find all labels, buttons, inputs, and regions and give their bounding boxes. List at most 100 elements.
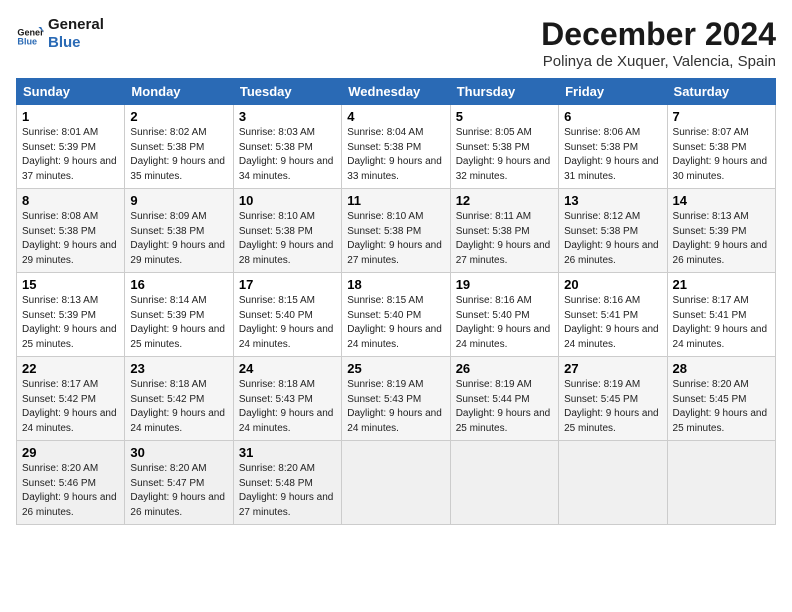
calendar-week-row: 15 Sunrise: 8:13 AM Sunset: 5:39 PM Dayl… <box>17 273 776 357</box>
day-info: Sunrise: 8:15 AM Sunset: 5:40 PM Dayligh… <box>347 294 444 352</box>
calendar-week-row: 1 Sunrise: 8:01 AM Sunset: 5:39 PM Dayli… <box>17 105 776 189</box>
calendar-day-cell: 26 Sunrise: 8:19 AM Sunset: 5:44 PM Dayl… <box>450 357 558 441</box>
weekday-header: Thursday <box>450 79 558 105</box>
day-info: Sunrise: 8:09 AM Sunset: 5:38 PM Dayligh… <box>130 210 227 268</box>
day-info: Sunrise: 8:04 AM Sunset: 5:38 PM Dayligh… <box>347 126 444 184</box>
day-number: 28 <box>673 361 770 376</box>
weekday-header: Sunday <box>17 79 125 105</box>
day-info: Sunrise: 8:10 AM Sunset: 5:38 PM Dayligh… <box>239 210 336 268</box>
day-number: 8 <box>22 193 119 208</box>
calendar-day-cell: 20 Sunrise: 8:16 AM Sunset: 5:41 PM Dayl… <box>559 273 667 357</box>
day-number: 20 <box>564 277 661 292</box>
logo-line1: General <box>48 16 104 34</box>
title-block: December 2024 Polinya de Xuquer, Valenci… <box>541 16 776 70</box>
day-info: Sunrise: 8:10 AM Sunset: 5:38 PM Dayligh… <box>347 210 444 268</box>
day-info: Sunrise: 8:20 AM Sunset: 5:45 PM Dayligh… <box>673 378 770 436</box>
day-info: Sunrise: 8:17 AM Sunset: 5:41 PM Dayligh… <box>673 294 770 352</box>
day-info: Sunrise: 8:18 AM Sunset: 5:43 PM Dayligh… <box>239 378 336 436</box>
calendar-day-cell: 29 Sunrise: 8:20 AM Sunset: 5:46 PM Dayl… <box>17 441 125 525</box>
weekday-header: Tuesday <box>233 79 341 105</box>
month-title: December 2024 <box>541 16 776 53</box>
calendar-day-cell: 5 Sunrise: 8:05 AM Sunset: 5:38 PM Dayli… <box>450 105 558 189</box>
day-info: Sunrise: 8:07 AM Sunset: 5:38 PM Dayligh… <box>673 126 770 184</box>
calendar-header-row: SundayMondayTuesdayWednesdayThursdayFrid… <box>17 79 776 105</box>
calendar-day-cell: 14 Sunrise: 8:13 AM Sunset: 5:39 PM Dayl… <box>667 189 775 273</box>
day-info: Sunrise: 8:20 AM Sunset: 5:47 PM Dayligh… <box>130 462 227 520</box>
day-number: 24 <box>239 361 336 376</box>
day-number: 5 <box>456 109 553 124</box>
day-number: 12 <box>456 193 553 208</box>
day-number: 26 <box>456 361 553 376</box>
day-info: Sunrise: 8:11 AM Sunset: 5:38 PM Dayligh… <box>456 210 553 268</box>
calendar-day-cell: 8 Sunrise: 8:08 AM Sunset: 5:38 PM Dayli… <box>17 189 125 273</box>
calendar-day-cell: 31 Sunrise: 8:20 AM Sunset: 5:48 PM Dayl… <box>233 441 341 525</box>
day-info: Sunrise: 8:20 AM Sunset: 5:46 PM Dayligh… <box>22 462 119 520</box>
calendar-day-cell <box>450 441 558 525</box>
calendar-week-row: 22 Sunrise: 8:17 AM Sunset: 5:42 PM Dayl… <box>17 357 776 441</box>
location-title: Polinya de Xuquer, Valencia, Spain <box>541 53 776 70</box>
logo: General Blue General Blue <box>16 16 104 52</box>
calendar-day-cell: 9 Sunrise: 8:09 AM Sunset: 5:38 PM Dayli… <box>125 189 233 273</box>
day-number: 14 <box>673 193 770 208</box>
day-info: Sunrise: 8:15 AM Sunset: 5:40 PM Dayligh… <box>239 294 336 352</box>
day-info: Sunrise: 8:13 AM Sunset: 5:39 PM Dayligh… <box>22 294 119 352</box>
day-number: 16 <box>130 277 227 292</box>
logo-icon: General Blue <box>16 20 44 48</box>
day-info: Sunrise: 8:16 AM Sunset: 5:41 PM Dayligh… <box>564 294 661 352</box>
day-info: Sunrise: 8:14 AM Sunset: 5:39 PM Dayligh… <box>130 294 227 352</box>
day-number: 21 <box>673 277 770 292</box>
day-number: 3 <box>239 109 336 124</box>
calendar-day-cell: 27 Sunrise: 8:19 AM Sunset: 5:45 PM Dayl… <box>559 357 667 441</box>
svg-text:Blue: Blue <box>17 37 37 47</box>
calendar-day-cell: 18 Sunrise: 8:15 AM Sunset: 5:40 PM Dayl… <box>342 273 450 357</box>
calendar-day-cell: 25 Sunrise: 8:19 AM Sunset: 5:43 PM Dayl… <box>342 357 450 441</box>
day-info: Sunrise: 8:01 AM Sunset: 5:39 PM Dayligh… <box>22 126 119 184</box>
calendar-day-cell: 24 Sunrise: 8:18 AM Sunset: 5:43 PM Dayl… <box>233 357 341 441</box>
calendar-table: SundayMondayTuesdayWednesdayThursdayFrid… <box>16 78 776 525</box>
calendar-day-cell: 19 Sunrise: 8:16 AM Sunset: 5:40 PM Dayl… <box>450 273 558 357</box>
day-number: 1 <box>22 109 119 124</box>
day-number: 15 <box>22 277 119 292</box>
day-info: Sunrise: 8:02 AM Sunset: 5:38 PM Dayligh… <box>130 126 227 184</box>
weekday-header: Saturday <box>667 79 775 105</box>
day-info: Sunrise: 8:08 AM Sunset: 5:38 PM Dayligh… <box>22 210 119 268</box>
calendar-day-cell: 22 Sunrise: 8:17 AM Sunset: 5:42 PM Dayl… <box>17 357 125 441</box>
calendar-day-cell: 15 Sunrise: 8:13 AM Sunset: 5:39 PM Dayl… <box>17 273 125 357</box>
day-info: Sunrise: 8:03 AM Sunset: 5:38 PM Dayligh… <box>239 126 336 184</box>
day-number: 10 <box>239 193 336 208</box>
calendar-day-cell: 21 Sunrise: 8:17 AM Sunset: 5:41 PM Dayl… <box>667 273 775 357</box>
day-number: 9 <box>130 193 227 208</box>
day-info: Sunrise: 8:19 AM Sunset: 5:45 PM Dayligh… <box>564 378 661 436</box>
calendar-day-cell: 13 Sunrise: 8:12 AM Sunset: 5:38 PM Dayl… <box>559 189 667 273</box>
day-info: Sunrise: 8:05 AM Sunset: 5:38 PM Dayligh… <box>456 126 553 184</box>
calendar-day-cell: 30 Sunrise: 8:20 AM Sunset: 5:47 PM Dayl… <box>125 441 233 525</box>
calendar-week-row: 8 Sunrise: 8:08 AM Sunset: 5:38 PM Dayli… <box>17 189 776 273</box>
calendar-day-cell: 2 Sunrise: 8:02 AM Sunset: 5:38 PM Dayli… <box>125 105 233 189</box>
calendar-day-cell: 28 Sunrise: 8:20 AM Sunset: 5:45 PM Dayl… <box>667 357 775 441</box>
weekday-header: Friday <box>559 79 667 105</box>
weekday-header: Wednesday <box>342 79 450 105</box>
day-info: Sunrise: 8:06 AM Sunset: 5:38 PM Dayligh… <box>564 126 661 184</box>
day-number: 13 <box>564 193 661 208</box>
day-info: Sunrise: 8:18 AM Sunset: 5:42 PM Dayligh… <box>130 378 227 436</box>
calendar-day-cell <box>667 441 775 525</box>
day-number: 18 <box>347 277 444 292</box>
calendar-day-cell: 16 Sunrise: 8:14 AM Sunset: 5:39 PM Dayl… <box>125 273 233 357</box>
calendar-day-cell <box>342 441 450 525</box>
calendar-day-cell: 6 Sunrise: 8:06 AM Sunset: 5:38 PM Dayli… <box>559 105 667 189</box>
day-info: Sunrise: 8:16 AM Sunset: 5:40 PM Dayligh… <box>456 294 553 352</box>
calendar-week-row: 29 Sunrise: 8:20 AM Sunset: 5:46 PM Dayl… <box>17 441 776 525</box>
day-number: 11 <box>347 193 444 208</box>
calendar-day-cell: 17 Sunrise: 8:15 AM Sunset: 5:40 PM Dayl… <box>233 273 341 357</box>
logo-line2: Blue <box>48 34 104 52</box>
calendar-day-cell: 12 Sunrise: 8:11 AM Sunset: 5:38 PM Dayl… <box>450 189 558 273</box>
day-info: Sunrise: 8:12 AM Sunset: 5:38 PM Dayligh… <box>564 210 661 268</box>
calendar-day-cell: 10 Sunrise: 8:10 AM Sunset: 5:38 PM Dayl… <box>233 189 341 273</box>
day-number: 23 <box>130 361 227 376</box>
day-info: Sunrise: 8:19 AM Sunset: 5:44 PM Dayligh… <box>456 378 553 436</box>
day-number: 29 <box>22 445 119 460</box>
calendar-day-cell: 3 Sunrise: 8:03 AM Sunset: 5:38 PM Dayli… <box>233 105 341 189</box>
day-info: Sunrise: 8:17 AM Sunset: 5:42 PM Dayligh… <box>22 378 119 436</box>
page-header: General Blue General Blue December 2024 … <box>16 16 776 70</box>
calendar-day-cell <box>559 441 667 525</box>
